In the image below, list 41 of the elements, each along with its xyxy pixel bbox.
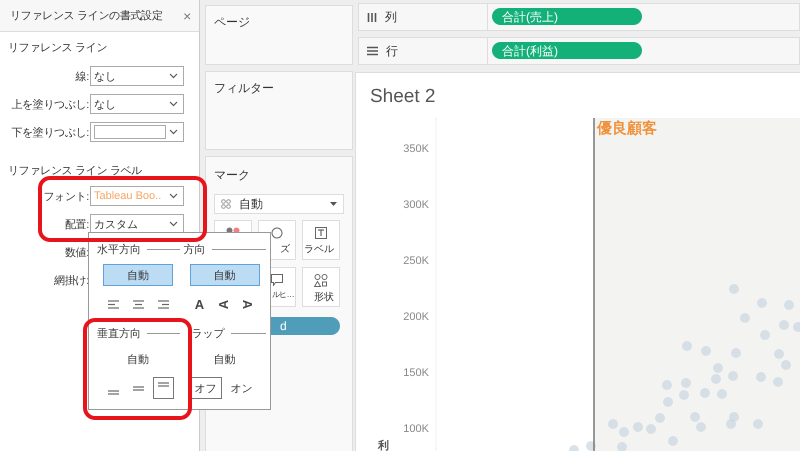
section-heading: リファレンス ライン ラベル [8, 164, 143, 179]
tick-label: 200K [403, 311, 429, 323]
section-title: 水平方向 [97, 242, 141, 256]
mark-property-button[interactable]: ラベル [302, 220, 340, 260]
direction-option[interactable]: A [238, 293, 258, 315]
dropdown[interactable]: なし [90, 94, 184, 114]
sheet-title: Sheet 2 [369, 85, 436, 109]
mark-property-button[interactable]: 形状 [302, 267, 340, 307]
wrap-option[interactable]: オン [226, 377, 258, 399]
tick-label: 150K [403, 367, 429, 379]
mark-type-dropdown[interactable]: 自動 [214, 194, 344, 214]
close-button[interactable]: × [183, 8, 191, 24]
shelf-card: ページ [205, 5, 353, 65]
field-label: 下を塗りつぶし: [11, 126, 90, 140]
dropdown[interactable]: なし [90, 66, 184, 86]
panel-title: リファレンス ラインの書式設定 [10, 8, 163, 23]
direction-option[interactable]: A [190, 293, 210, 315]
tick-label: 100K [403, 423, 429, 435]
tick-label: 350K [403, 143, 429, 155]
field-label: 上を塗りつぶし: [11, 98, 90, 112]
tick-label: 300K [403, 199, 429, 211]
direction-option[interactable]: A [214, 293, 234, 315]
reference-line-label: 優良顧客 [597, 120, 657, 137]
auto-option[interactable]: 自動 [103, 264, 173, 286]
dropdown[interactable]: カスタム [90, 214, 184, 234]
field-label: 線: [76, 70, 90, 84]
auto-option[interactable]: 自動 [190, 264, 260, 286]
field-label: フォント: [43, 190, 90, 204]
wrap-option[interactable]: オフ [190, 377, 222, 399]
auto-option[interactable]: 自動 [190, 348, 260, 370]
shelf-label: 列 [385, 8, 397, 26]
shelf-card: フィルター [205, 71, 353, 150]
axis-title: 利 [378, 440, 389, 451]
tick-label: 250K [403, 255, 429, 267]
section-title: 垂直方向 [97, 326, 141, 340]
shelf-label: 行 [386, 42, 398, 60]
field-label: 配置: [64, 218, 90, 232]
auto-option[interactable]: 自動 [103, 348, 173, 370]
card-title: マーク [214, 167, 251, 184]
section-heading: リファレンス ライン [8, 41, 108, 56]
section-title: 方向 [184, 242, 206, 256]
